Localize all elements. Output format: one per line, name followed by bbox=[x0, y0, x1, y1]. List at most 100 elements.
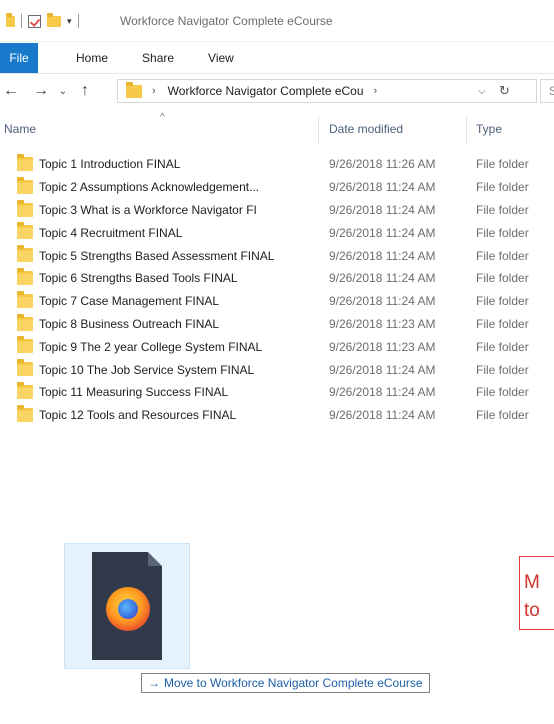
file-name: Topic 12 Tools and Resources FINAL bbox=[39, 408, 237, 423]
callout-text-line-2: to bbox=[524, 600, 540, 621]
tab-file[interactable]: File bbox=[0, 42, 38, 73]
address-path[interactable]: Workforce Navigator Complete eCou bbox=[168, 84, 364, 98]
file-type: File folder bbox=[476, 408, 529, 423]
file-date: 9/26/2018 11:24 AM bbox=[329, 294, 436, 309]
file-name: Topic 11 Measuring Success FINAL bbox=[39, 385, 229, 400]
chevron-down-icon[interactable]: ⌵ bbox=[478, 86, 486, 97]
search-input[interactable]: S bbox=[540, 79, 554, 103]
file-type: File folder bbox=[476, 248, 529, 263]
recent-locations-icon[interactable]: ⌄ bbox=[56, 86, 70, 97]
file-date: 9/26/2018 11:24 AM bbox=[329, 202, 436, 217]
list-item[interactable]: Topic 6 Strengths Based Tools FINAL 9/26/… bbox=[0, 267, 554, 290]
file-date: 9/26/2018 11:26 AM bbox=[329, 157, 436, 172]
forward-arrow-icon[interactable]: → bbox=[30, 82, 52, 100]
file-date: 9/26/2018 11:24 AM bbox=[329, 180, 436, 195]
folder-icon bbox=[17, 154, 33, 171]
file-name: Topic 5 Strengths Based Assessment FINAL bbox=[39, 248, 275, 263]
file-date: 9/26/2018 11:23 AM bbox=[329, 316, 436, 331]
tab-view[interactable]: View bbox=[208, 51, 234, 65]
column-name[interactable]: Name bbox=[4, 122, 36, 136]
file-name: Topic 9 The 2 year College System FINAL bbox=[39, 339, 263, 354]
file-date: 9/26/2018 11:24 AM bbox=[329, 225, 436, 240]
tab-home[interactable]: Home bbox=[76, 51, 108, 65]
firefox-logo-icon bbox=[106, 587, 150, 631]
column-divider[interactable] bbox=[466, 116, 467, 144]
separator bbox=[21, 14, 22, 28]
file-list: Topic 1 Introduction FINAL 9/26/2018 11:2… bbox=[0, 153, 554, 427]
refresh-icon[interactable]: ↻ bbox=[499, 83, 510, 99]
properties-check-icon[interactable] bbox=[28, 14, 41, 28]
file-date: 9/26/2018 11:24 AM bbox=[329, 408, 436, 423]
folder-icon bbox=[17, 245, 33, 263]
file-name: Topic 10 The Job Service System FINAL bbox=[39, 362, 255, 377]
customize-dropdown-icon[interactable]: ▾ bbox=[67, 16, 72, 27]
up-arrow-icon[interactable]: ↑ bbox=[74, 82, 96, 100]
list-item[interactable]: Topic 3 What is a Workforce Navigator FI… bbox=[0, 199, 554, 222]
list-item[interactable]: Topic 8 Business Outreach FINAL 9/26/2018… bbox=[0, 313, 554, 336]
file-name: Topic 3 What is a Workforce Navigator FI bbox=[39, 202, 257, 217]
list-item[interactable]: Topic 2 Assumptions Acknowledgement... 9/… bbox=[0, 176, 554, 199]
folder-icon bbox=[126, 81, 142, 98]
drag-ghost[interactable] bbox=[64, 543, 190, 669]
file-date: 9/26/2018 11:24 AM bbox=[329, 362, 436, 377]
folder-icon bbox=[17, 313, 33, 331]
new-folder-icon[interactable] bbox=[47, 12, 61, 27]
column-divider[interactable] bbox=[318, 116, 319, 144]
navigation-bar: ← → ⌄ ↑ › Workforce Navigator Complete e… bbox=[0, 76, 554, 106]
list-item[interactable]: Topic 11 Measuring Success FINAL 9/26/201… bbox=[0, 381, 554, 404]
folder-icon bbox=[17, 404, 33, 422]
file-name: Topic 2 Assumptions Acknowledgement... bbox=[39, 180, 260, 195]
folder-icon bbox=[17, 359, 33, 377]
list-item[interactable]: Topic 5 Strengths Based Assessment FINAL… bbox=[0, 244, 554, 267]
back-arrow-icon[interactable]: ← bbox=[0, 82, 22, 100]
column-date-modified[interactable]: Date modified bbox=[329, 122, 403, 136]
folder-icon bbox=[17, 176, 33, 194]
file-name: Topic 4 Recruitment FINAL bbox=[39, 225, 183, 240]
address-box[interactable]: › Workforce Navigator Complete eCou › ⌵ … bbox=[117, 79, 537, 103]
file-type: File folder bbox=[476, 339, 529, 354]
file-date: 9/26/2018 11:23 AM bbox=[329, 339, 436, 354]
tab-share[interactable]: Share bbox=[142, 51, 174, 65]
file-type: File folder bbox=[476, 385, 529, 400]
list-item[interactable]: Topic 1 Introduction FINAL 9/26/2018 11:2… bbox=[0, 153, 554, 176]
document-icon bbox=[92, 552, 162, 660]
folder-icon bbox=[17, 199, 33, 217]
folder-icon bbox=[17, 290, 33, 308]
file-type: File folder bbox=[476, 225, 529, 240]
callout-text-line-1: M bbox=[524, 572, 540, 593]
file-name: Topic 6 Strengths Based Tools FINAL bbox=[39, 271, 238, 286]
quick-access-toolbar: ▾ bbox=[6, 12, 85, 28]
file-name: Topic 8 Business Outreach FINAL bbox=[39, 316, 220, 331]
column-type[interactable]: Type bbox=[476, 122, 502, 136]
firefox-globe-icon bbox=[118, 599, 138, 619]
folder-icon bbox=[17, 381, 33, 399]
file-type: File folder bbox=[476, 180, 529, 195]
drag-tooltip: → Move to Workforce Navigator Complete e… bbox=[141, 673, 430, 693]
file-type: File folder bbox=[476, 202, 529, 217]
list-item[interactable]: Topic 9 The 2 year College System FINAL 9… bbox=[0, 335, 554, 358]
folder-icon bbox=[17, 222, 33, 240]
file-type: File folder bbox=[476, 316, 529, 331]
folder-icon bbox=[17, 267, 33, 285]
file-type: File folder bbox=[476, 157, 529, 172]
chevron-right-icon[interactable]: › bbox=[152, 85, 156, 97]
sort-ascending-icon: ^ bbox=[160, 112, 165, 123]
annotation-callout: M to bbox=[519, 556, 554, 630]
window-title: Workforce Navigator Complete eCourse bbox=[120, 14, 333, 28]
column-header: ^ Name Date modified Type bbox=[0, 112, 554, 148]
list-item[interactable]: Topic 10 The Job Service System FINAL 9/2… bbox=[0, 358, 554, 381]
list-item[interactable]: Topic 12 Tools and Resources FINAL 9/26/2… bbox=[0, 404, 554, 427]
file-date: 9/26/2018 11:24 AM bbox=[329, 385, 436, 400]
separator bbox=[77, 14, 79, 28]
file-type: File folder bbox=[476, 362, 529, 377]
file-date: 9/26/2018 11:24 AM bbox=[329, 248, 436, 263]
file-name: Topic 1 Introduction FINAL bbox=[39, 157, 181, 172]
list-item[interactable]: Topic 7 Case Management FINAL 9/26/2018 1… bbox=[0, 290, 554, 313]
title-bar: ▾ Workforce Navigator Complete eCourse bbox=[0, 0, 554, 42]
folder-icon bbox=[6, 12, 15, 27]
file-type: File folder bbox=[476, 294, 529, 309]
ribbon-tabs: File Home Share View bbox=[0, 42, 554, 74]
list-item[interactable]: Topic 4 Recruitment FINAL 9/26/2018 11:24… bbox=[0, 221, 554, 244]
arrow-right-icon: → bbox=[148, 676, 160, 690]
chevron-right-icon[interactable]: › bbox=[374, 85, 378, 97]
